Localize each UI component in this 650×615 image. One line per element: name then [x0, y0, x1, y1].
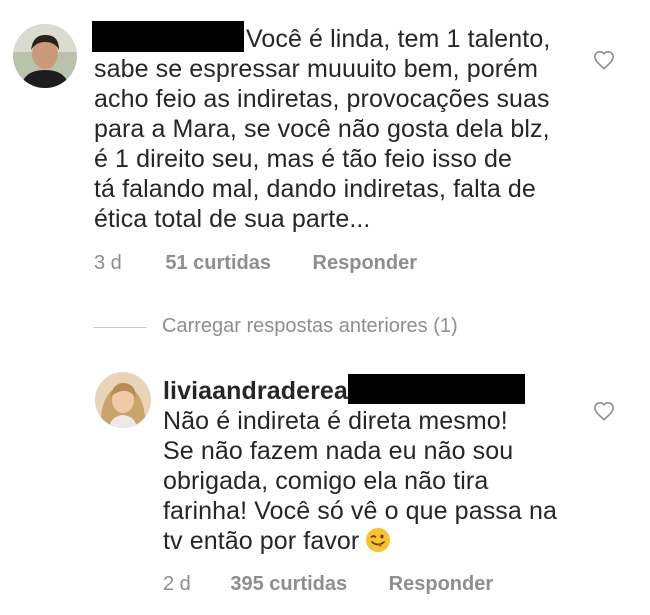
like-heart-icon[interactable] — [593, 401, 615, 421]
replier-avatar[interactable] — [95, 372, 151, 428]
reply-line: farinha! Você só vê o que passa na — [163, 497, 557, 525]
reply-button[interactable]: Responder — [313, 252, 417, 275]
reply-line: tv então por favor — [163, 527, 360, 555]
comment-line: tá falando mal, dando indiretas, falta d… — [94, 175, 536, 203]
reply-item: liviaandradereal Não é indireta é direta… — [0, 360, 650, 615]
comment-text: Você é linda, tem 1 talento, sabe se esp… — [94, 24, 550, 234]
comment-line: é 1 direito seu, mas é tão feio isso de — [94, 145, 513, 173]
like-heart-icon[interactable] — [593, 50, 615, 70]
load-previous-replies-button[interactable]: Carregar respostas anteriores (1) — [162, 315, 458, 338]
winking-face-emoji-icon — [365, 527, 391, 560]
likes-count[interactable]: 395 curtidas — [230, 573, 347, 596]
comment-item: Você é linda, tem 1 talento, sabe se esp… — [0, 0, 650, 290]
comment-meta: 3 d 51 curtidas Responder — [94, 252, 417, 275]
replies-divider — [94, 327, 146, 328]
commenter-avatar[interactable] — [13, 24, 77, 88]
reply-line: Não é indireta é direta mesmo! — [163, 407, 508, 435]
reply-line-last: tv então por favor — [163, 526, 557, 556]
reply-username[interactable]: liviaandradereal — [163, 377, 355, 405]
reply-line: obrigada, comigo ela não tira — [163, 467, 489, 495]
comment-line: acho feio as indiretas, provocações suas — [94, 85, 550, 113]
reply-line: Se não fazem nada eu não sou — [163, 437, 514, 465]
redacted-text — [348, 374, 525, 404]
reply-button[interactable]: Responder — [389, 573, 493, 596]
comment-line: ética total de sua parte... — [94, 205, 371, 233]
comment-line: Você é linda, tem 1 talento, — [246, 25, 551, 53]
reply-timestamp: 2 d — [163, 573, 191, 595]
comment-timestamp: 3 d — [94, 252, 122, 274]
comment-line: para a Mara, se você não gosta dela blz, — [94, 115, 550, 143]
likes-count[interactable]: 51 curtidas — [165, 252, 271, 275]
comment-line: sabe se espressar muuuito bem, porém — [94, 55, 539, 83]
reply-meta: 2 d 395 curtidas Responder — [163, 573, 493, 596]
